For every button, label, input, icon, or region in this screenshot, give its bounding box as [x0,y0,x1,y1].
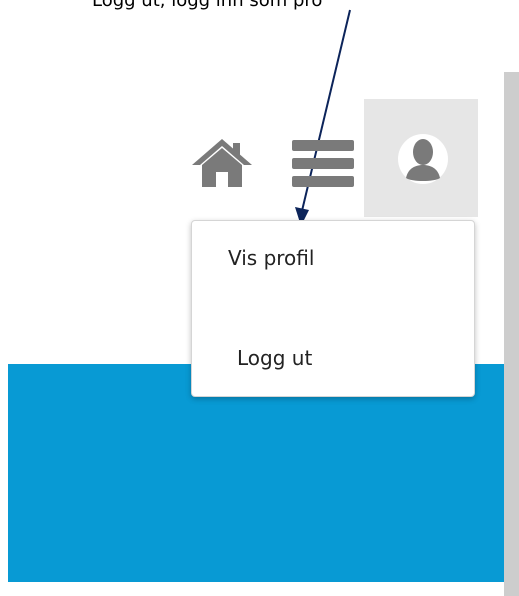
menu-item-logout[interactable]: Logg ut [237,346,457,370]
annotation-text: Logg ut, logg inn som pro [92,0,323,11]
right-scroll-edge [504,72,519,596]
home-icon[interactable] [190,137,254,189]
user-menu-button[interactable] [364,99,478,217]
menu-item-view-profile[interactable]: Vis profil [228,246,448,270]
app-stage: Logg ut, logg inn som pro Vis profil Log… [0,0,519,596]
user-icon [398,134,448,184]
user-dropdown-menu: Vis profil Logg ut [191,220,475,397]
menu-icon[interactable] [292,137,354,190]
